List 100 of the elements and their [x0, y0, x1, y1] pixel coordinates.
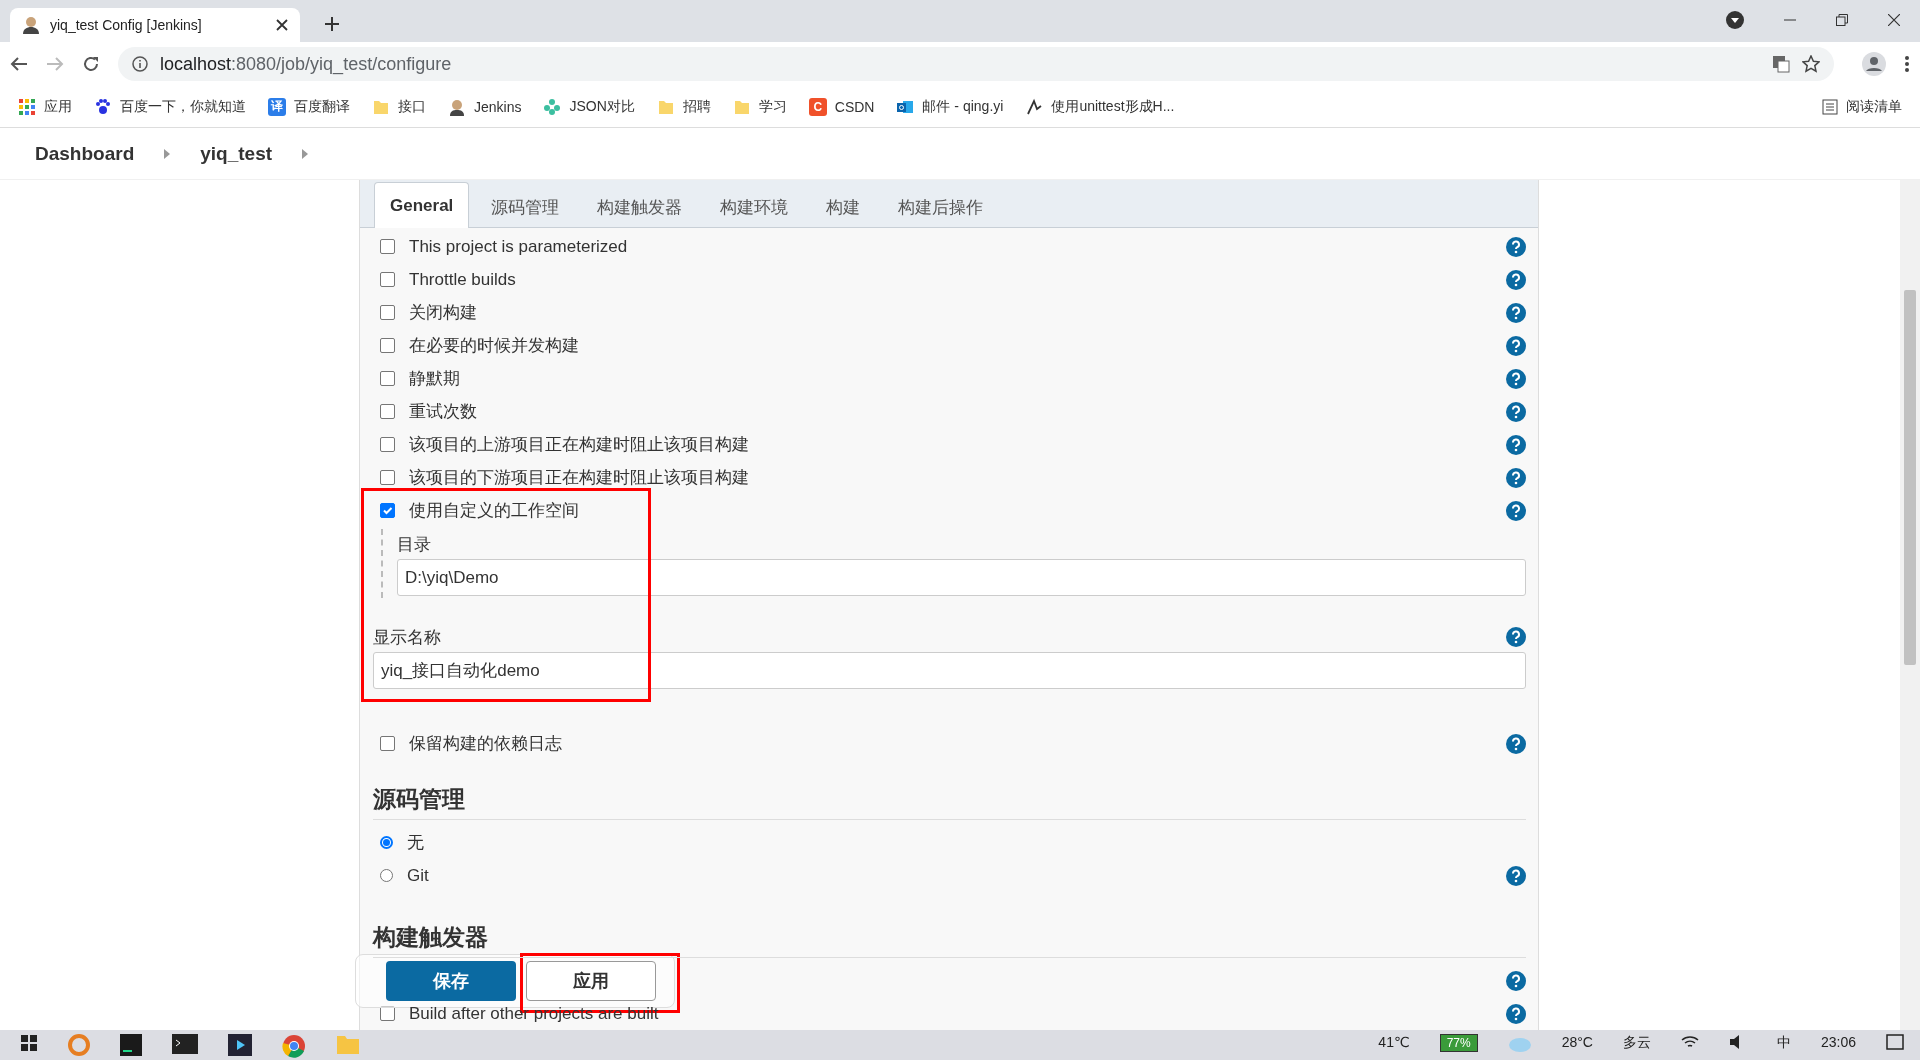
action-button[interactable]: 应用 — [526, 961, 656, 1001]
config-tab[interactable]: 构建触发器 — [581, 187, 699, 227]
flower-icon — [543, 97, 562, 116]
wifi-icon[interactable] — [1680, 1034, 1699, 1050]
breadcrumb-link[interactable]: yiq_test — [200, 142, 273, 165]
star-icon[interactable] — [1802, 55, 1820, 73]
help-icon[interactable] — [1506, 733, 1526, 754]
help-icon[interactable] — [1506, 467, 1526, 488]
script-icon — [1025, 97, 1044, 116]
text-field[interactable]: yiq_接口自动化demo — [373, 652, 1526, 689]
person-icon — [448, 97, 466, 116]
temperature-text: 41℃ — [1378, 1034, 1410, 1050]
checkbox-label: 保留构建的依赖日志 — [409, 733, 563, 755]
checkbox-label: This project is parameterized — [409, 236, 629, 257]
player-icon[interactable] — [228, 1034, 252, 1056]
field-label: 显示名称 — [373, 626, 441, 649]
config-tab[interactable]: 构建后操作 — [882, 187, 1000, 227]
scrollbar[interactable] — [1900, 180, 1920, 1030]
help-icon[interactable] — [1506, 865, 1526, 886]
help-icon[interactable] — [1506, 434, 1526, 455]
help-icon[interactable] — [1506, 302, 1526, 323]
checkbox-label: 静默期 — [409, 368, 461, 390]
translate-icon[interactable] — [1772, 55, 1790, 73]
bookmark-link[interactable]: Jenkins — [474, 98, 522, 115]
address-bar[interactable]: localhost:8080/job/yiq_test/configure — [118, 47, 1834, 81]
bookmark-link[interactable]: 接口 — [398, 97, 426, 116]
help-icon[interactable] — [1506, 1003, 1526, 1024]
bookmark-link[interactable]: 邮件 - qing.yi — [922, 97, 1004, 116]
checkbox-label: Throttle builds — [409, 269, 517, 290]
help-icon[interactable] — [1506, 269, 1526, 290]
bookmark-link[interactable]: 使用unittest形成H... — [1051, 97, 1175, 116]
bookmark-link[interactable]: CSDN — [834, 98, 875, 115]
help-icon[interactable] — [1506, 236, 1526, 257]
checkbox[interactable] — [380, 736, 395, 751]
text-field[interactable]: D:\yiq\Demo — [397, 559, 1526, 596]
help-icon[interactable] — [1506, 401, 1526, 422]
checkbox-label: 该项目的上游项目正在构建时阻止该项目构建 — [409, 434, 750, 456]
notification-icon[interactable] — [1886, 1034, 1904, 1050]
restore-icon[interactable] — [1836, 14, 1848, 26]
checkbox[interactable] — [380, 404, 395, 419]
windows-icon[interactable] — [20, 1034, 38, 1052]
radio-label: 无 — [407, 832, 425, 854]
plus-icon[interactable] — [324, 16, 340, 32]
checkbox[interactable] — [380, 338, 395, 353]
help-icon[interactable] — [1506, 335, 1526, 356]
help-icon[interactable] — [1506, 970, 1526, 991]
menu-icon[interactable] — [1904, 55, 1910, 73]
weather-temperature: 28°C — [1561, 1034, 1593, 1050]
browser-tab[interactable]: yiq_test Config [Jenkins] — [10, 8, 300, 42]
help-icon[interactable] — [1506, 627, 1526, 647]
action-button[interactable]: 保存 — [386, 961, 516, 1001]
input-method-text[interactable]: 中 — [1776, 1034, 1791, 1052]
radio-button[interactable] — [380, 836, 393, 849]
radio-label: Git — [407, 865, 430, 886]
reload-icon[interactable] — [82, 55, 100, 73]
help-icon[interactable] — [1506, 500, 1526, 521]
checkbox[interactable] — [380, 1006, 395, 1021]
profile-icon[interactable] — [1862, 52, 1886, 76]
checkbox[interactable] — [380, 305, 395, 320]
scrollbar-thumb[interactable] — [1904, 290, 1916, 665]
checkbox-label: 关闭构建 — [409, 302, 478, 324]
config-tab[interactable]: General — [374, 182, 470, 228]
checkbox[interactable] — [380, 371, 395, 386]
bookmark-link[interactable]: 学习 — [758, 97, 787, 116]
terminal-icon[interactable] — [172, 1034, 198, 1054]
close-icon[interactable] — [276, 19, 288, 31]
checkbox[interactable] — [380, 437, 395, 452]
dropdown-icon[interactable] — [1726, 11, 1744, 29]
chevron-icon — [302, 148, 309, 159]
config-tab[interactable]: 源码管理 — [475, 187, 576, 227]
bookmark-badge-icon: 译 — [268, 97, 286, 116]
app-icon[interactable] — [120, 1034, 142, 1056]
breadcrumb-link[interactable]: Dashboard — [35, 142, 135, 165]
config-tab[interactable]: 构建 — [810, 187, 877, 227]
person-icon — [22, 16, 40, 34]
bookmark-badge-icon: C — [808, 97, 827, 116]
bookmark-link[interactable]: 百度一下，你就知道 — [120, 97, 246, 116]
close-icon[interactable] — [1888, 14, 1900, 26]
checkbox[interactable] — [380, 503, 395, 518]
checkbox[interactable] — [380, 272, 395, 287]
checkbox[interactable] — [380, 470, 395, 485]
field-label: 目录 — [397, 533, 431, 556]
battery-indicator: 77% — [1439, 1034, 1478, 1052]
list-icon — [1822, 98, 1838, 115]
checkbox-label: 在必要的时候并发构建 — [409, 335, 580, 357]
browser-icon[interactable] — [282, 1034, 306, 1058]
config-tab[interactable]: 构建环境 — [704, 187, 805, 227]
clock-text[interactable]: 23:06 — [1820, 1034, 1856, 1050]
bookmark-link[interactable]: JSON对比 — [569, 97, 635, 116]
bookmark-link[interactable]: 应用 — [44, 97, 72, 116]
checkbox-label: 该项目的下游项目正在构建时阻止该项目构建 — [409, 467, 750, 489]
back-icon[interactable] — [10, 55, 28, 73]
apps-icon — [18, 97, 36, 116]
section-heading: 构建触发器 — [373, 918, 1526, 958]
checkbox[interactable] — [380, 239, 395, 254]
bookmark-link[interactable]: 招聘 — [682, 97, 711, 116]
help-icon[interactable] — [1506, 368, 1526, 389]
reading-list-link[interactable]: 阅读清单 — [1846, 97, 1902, 116]
radio-button[interactable] — [380, 869, 393, 882]
bookmark-link[interactable]: 百度翻译 — [294, 97, 350, 116]
